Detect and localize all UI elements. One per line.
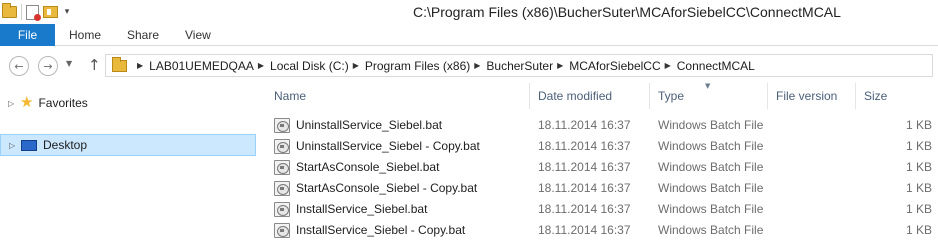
navigation-pane: ▷ ★ Favorites ▷ Desktop: [0, 83, 258, 243]
file-name: StartAsConsole_Siebel - Copy.bat: [296, 181, 478, 195]
file-size: 1 KB: [905, 202, 932, 216]
star-icon: ★: [20, 94, 34, 111]
tab-home[interactable]: Home: [69, 24, 101, 46]
column-header-size[interactable]: Size: [856, 83, 938, 109]
batch-file-icon: [274, 159, 290, 175]
properties-icon[interactable]: [26, 4, 41, 21]
file-date: 18.11.2014 16:37: [538, 181, 631, 195]
breadcrumb-buchersuter[interactable]: BucherSuter: [486, 59, 553, 73]
file-name: InstallService_Siebel.bat: [296, 202, 428, 216]
expand-chevron-icon[interactable]: ▷: [8, 99, 16, 108]
sidebar-item-label: Favorites: [38, 96, 88, 110]
tab-file[interactable]: File: [0, 24, 55, 46]
file-row[interactable]: UninstallService_Siebel - Copy.bat 18.11…: [274, 136, 938, 156]
file-row[interactable]: StartAsConsole_Siebel.bat 18.11.2014 16:…: [274, 157, 938, 177]
back-arrow-icon[interactable]: ←: [9, 56, 29, 76]
sidebar-item-label: Desktop: [43, 138, 88, 152]
new-folder-icon[interactable]: [43, 6, 58, 18]
column-header-date-modified[interactable]: Date modified: [530, 83, 650, 109]
file-row[interactable]: StartAsConsole_Siebel - Copy.bat 18.11.2…: [274, 178, 938, 198]
window-title: C:\Program Files (x86)\BucherSuter\MCAfo…: [413, 4, 841, 20]
forward-arrow-icon[interactable]: →: [38, 56, 58, 76]
batch-file-icon: [274, 117, 290, 133]
up-arrow-icon[interactable]: ↑: [88, 56, 101, 74]
breadcrumb-chevron-icon[interactable]: ▶: [665, 61, 671, 70]
breadcrumb-local-disk[interactable]: Local Disk (C:): [270, 59, 349, 73]
file-size: 1 KB: [905, 139, 932, 153]
file-size: 1 KB: [905, 160, 932, 174]
tab-share[interactable]: Share: [127, 24, 159, 46]
breadcrumb-connectmcal[interactable]: ConnectMCAL: [677, 59, 755, 73]
column-header-file-version[interactable]: File version: [768, 83, 856, 109]
breadcrumb-computer[interactable]: LAB01UEMEDQAA: [149, 59, 254, 73]
recent-locations-chevron-down-icon[interactable]: ▼: [66, 59, 72, 68]
file-row[interactable]: UninstallService_Siebel.bat 18.11.2014 1…: [274, 115, 938, 135]
toolbar-divider: [21, 4, 22, 20]
file-name: UninstallService_Siebel.bat: [296, 118, 443, 132]
sort-chevron-down-icon: ▼: [705, 82, 711, 90]
file-size: 1 KB: [905, 181, 932, 195]
breadcrumb-chevron-icon[interactable]: ▶: [353, 61, 359, 70]
folder-icon: [112, 56, 127, 72]
file-size: 1 KB: [905, 223, 932, 237]
desktop-icon: [21, 139, 37, 151]
breadcrumb-mcaforsiebelcc[interactable]: MCAforSiebelCC: [569, 59, 660, 73]
sidebar-item-desktop[interactable]: ▷ Desktop: [0, 134, 256, 156]
column-header-row: Name Date modified Type File version Siz…: [258, 82, 938, 109]
file-row[interactable]: InstallService_Siebel.bat 18.11.2014 16:…: [274, 199, 938, 219]
file-date: 18.11.2014 16:37: [538, 139, 631, 153]
file-list: Name Date modified Type File version Siz…: [258, 82, 938, 243]
file-type: Windows Batch File: [658, 160, 764, 174]
file-type: Windows Batch File: [658, 139, 764, 153]
column-header-name[interactable]: Name: [266, 83, 530, 109]
file-name: StartAsConsole_Siebel.bat: [296, 160, 440, 174]
quick-access-toolbar: ▾: [2, 3, 72, 21]
file-row[interactable]: InstallService_Siebel - Copy.bat 18.11.2…: [274, 220, 938, 240]
breadcrumb-chevron-icon[interactable]: ▶: [258, 61, 264, 70]
file-date: 18.11.2014 16:37: [538, 202, 631, 216]
file-type: Windows Batch File: [658, 223, 764, 237]
file-size: 1 KB: [905, 118, 932, 132]
file-type: Windows Batch File: [658, 118, 764, 132]
file-date: 18.11.2014 16:37: [538, 118, 631, 132]
breadcrumb-chevron-icon[interactable]: ▶: [557, 61, 563, 70]
batch-file-icon: [274, 222, 290, 238]
file-type: Windows Batch File: [658, 202, 764, 216]
breadcrumb-program-files[interactable]: Program Files (x86): [365, 59, 470, 73]
address-bar[interactable]: ▶ LAB01UEMEDQAA ▶ Local Disk (C:) ▶ Prog…: [105, 54, 933, 77]
file-date: 18.11.2014 16:37: [538, 223, 631, 237]
file-name: UninstallService_Siebel - Copy.bat: [296, 139, 480, 153]
title-bar: ▾ C:\Program Files (x86)\BucherSuter\MCA…: [0, 0, 938, 24]
file-name: InstallService_Siebel - Copy.bat: [296, 223, 466, 237]
batch-file-icon: [274, 201, 290, 217]
tab-view[interactable]: View: [185, 24, 211, 46]
expand-chevron-icon[interactable]: ▷: [9, 141, 17, 150]
navigation-bar: ← → ▼ ↑ ▶ LAB01UEMEDQAA ▶ Local Disk (C:…: [0, 47, 938, 83]
customize-toolbar-chevron-down-icon[interactable]: ▾: [62, 7, 72, 17]
batch-file-icon: [274, 180, 290, 196]
sidebar-item-favorites[interactable]: ▷ ★ Favorites: [0, 92, 258, 114]
file-date: 18.11.2014 16:37: [538, 160, 631, 174]
file-type: Windows Batch File: [658, 181, 764, 195]
breadcrumb-chevron-icon[interactable]: ▶: [474, 61, 480, 70]
folder-icon[interactable]: [2, 3, 17, 18]
ribbon: File Home Share View: [0, 24, 938, 46]
batch-file-icon: [274, 138, 290, 154]
breadcrumb-chevron-icon[interactable]: ▶: [137, 61, 143, 70]
